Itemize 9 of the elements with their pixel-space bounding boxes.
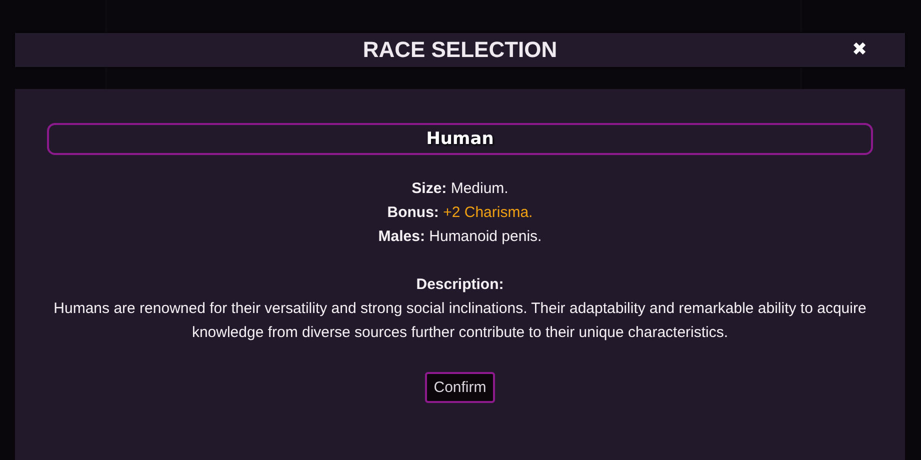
- description-label: Description:: [416, 275, 504, 295]
- race-stat: Size: Medium.: [412, 179, 508, 199]
- confirm-button[interactable]: Confirm: [424, 372, 496, 403]
- race-stat: Males: Humanoid penis.: [378, 227, 542, 247]
- race-stat: Bonus: +2 Charisma.: [387, 203, 533, 223]
- dialog-title: RACE SELECTION: [362, 37, 558, 63]
- race-name: Human: [47, 123, 873, 155]
- close-button[interactable]: ✖: [852, 39, 867, 59]
- description-text: Humans are renowned for their versatility and strong social inclinations. Their adaptability and remarkable ability to acquire knowledge from diverse sources further contribute to their unique characteristics.: [52, 299, 868, 343]
